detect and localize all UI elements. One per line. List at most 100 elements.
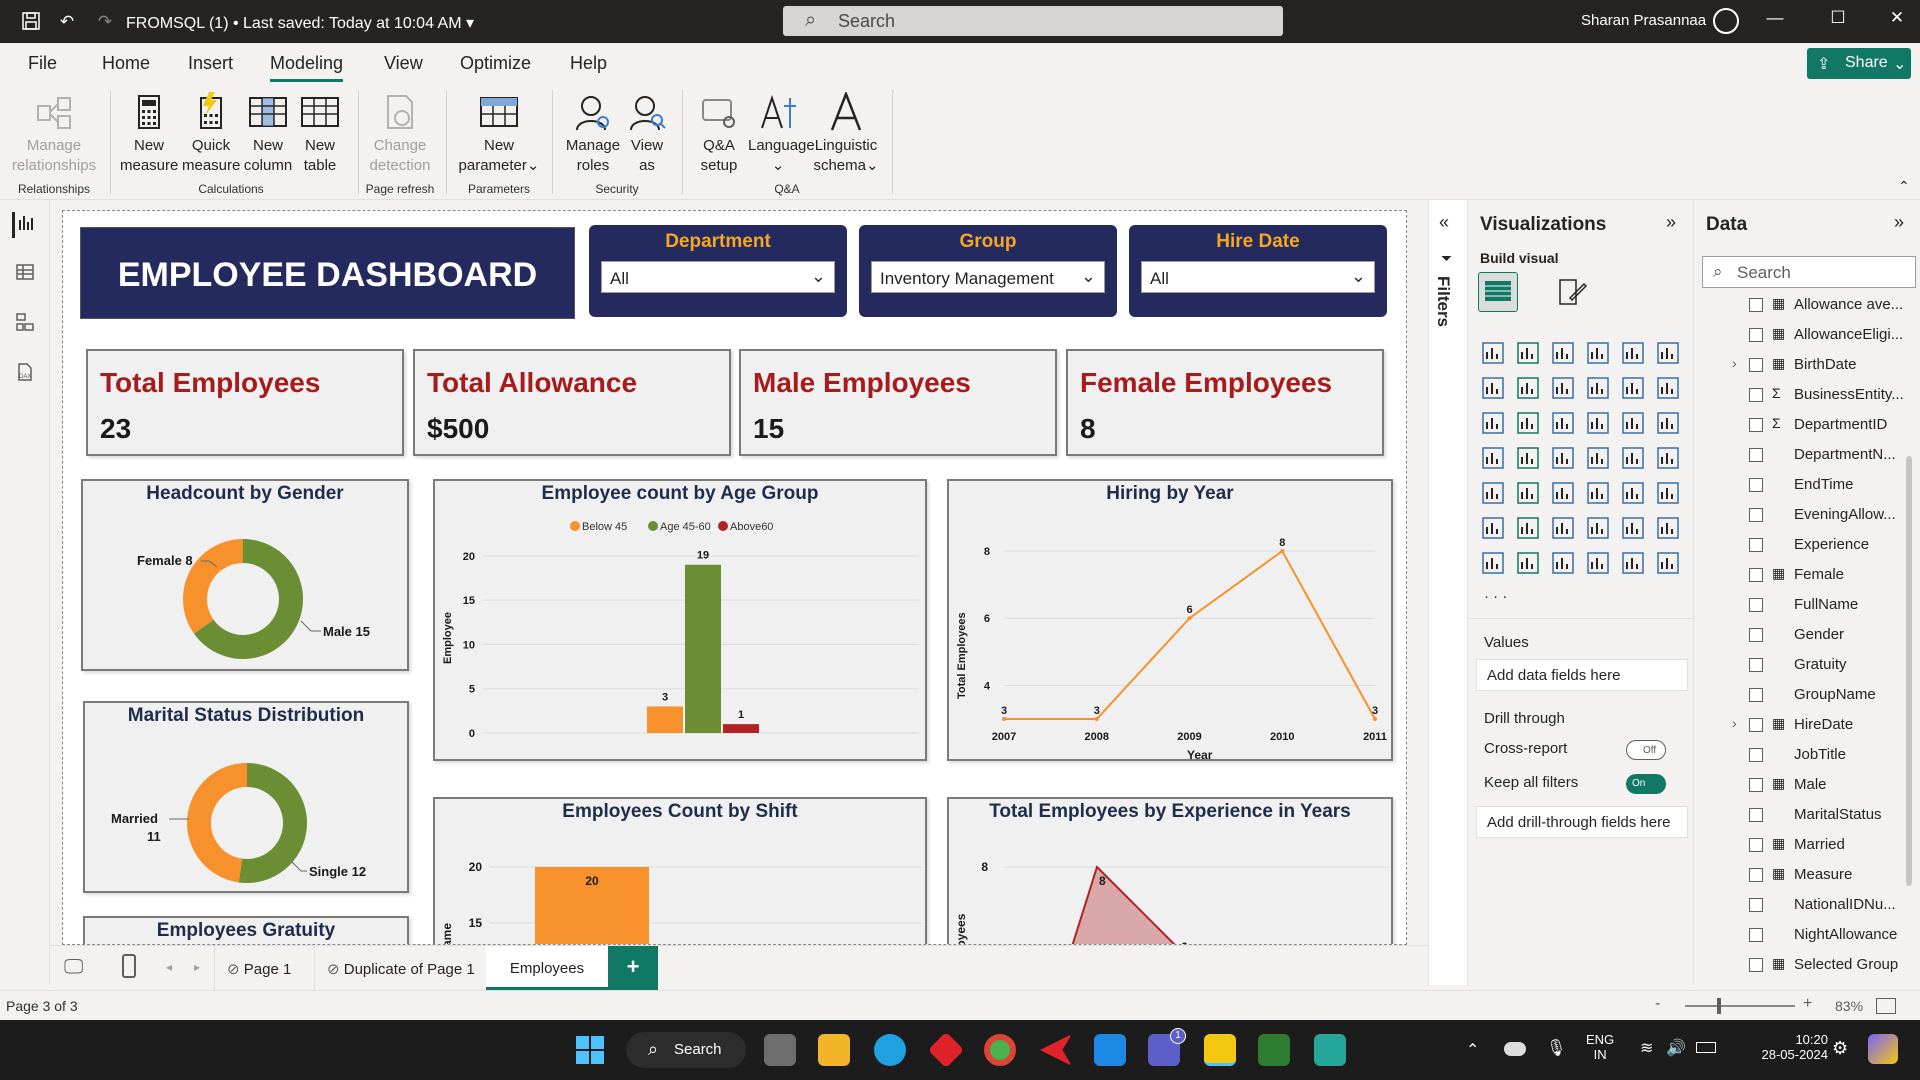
cross-report-toggle[interactable]: Off: [1626, 740, 1666, 760]
zoom-out-button[interactable]: -: [1655, 995, 1660, 1013]
field-checkbox[interactable]: [1749, 388, 1763, 402]
donut-slice-single[interactable]: [238, 763, 307, 883]
mail-icon[interactable]: [1094, 1034, 1126, 1066]
menu-insert[interactable]: Insert: [188, 53, 233, 74]
taskbar-search[interactable]: ⌕ Search: [626, 1032, 746, 1068]
marital-donut-chart[interactable]: Marital Status Distribution Married 11 S…: [83, 701, 409, 893]
menu-optimize[interactable]: Optimize: [460, 53, 531, 74]
clustered-bar-visual-icon[interactable]: [1550, 340, 1576, 366]
line-column-visual-icon[interactable]: [1655, 375, 1681, 401]
gratuity-chart[interactable]: Employees Gratuity: [83, 916, 409, 944]
field-married[interactable]: ▦ Married: [1694, 833, 1920, 861]
quick-measure-button[interactable]: Quick measure: [182, 92, 240, 176]
undo-icon[interactable]: ↶: [56, 11, 78, 33]
ribbon-visual-icon[interactable]: [1585, 375, 1611, 401]
kpi-total-allowance[interactable]: Total Allowance $500: [413, 349, 731, 456]
map-visual-icon[interactable]: [1515, 445, 1541, 471]
microphone-icon[interactable]: 🎙: [1546, 1038, 1566, 1058]
minimize-icon[interactable]: —: [1760, 8, 1790, 28]
windows-start-icon[interactable]: [574, 1034, 606, 1066]
kpi-total-employees[interactable]: Total Employees 23: [86, 349, 404, 456]
line-point[interactable]: [1373, 717, 1377, 721]
matrix-visual-icon[interactable]: [1620, 480, 1646, 506]
scroll-right-icon[interactable]: ▸: [194, 960, 200, 974]
volume-icon[interactable]: 🔊: [1666, 1038, 1686, 1058]
format-visual-tab[interactable]: [1556, 276, 1588, 308]
column-line-visual-icon[interactable]: [1515, 410, 1541, 436]
field-checkbox[interactable]: [1749, 358, 1763, 372]
slicer-visual-icon[interactable]: [1550, 480, 1576, 506]
zoom-in-button[interactable]: +: [1803, 995, 1812, 1013]
notepad-icon[interactable]: [1314, 1034, 1346, 1066]
card-visual-icon[interactable]: [1655, 445, 1681, 471]
field-allowance-ave-[interactable]: ▦ Allowance ave...: [1694, 293, 1920, 321]
tab-page-1[interactable]: ⊘ Page 1: [214, 946, 314, 990]
excel-icon[interactable]: [1258, 1034, 1290, 1066]
stacked-area-visual-icon[interactable]: [1550, 375, 1576, 401]
mobile-layout-icon[interactable]: [122, 954, 136, 978]
field-gender[interactable]: Gender: [1694, 623, 1920, 651]
field-jobtitle[interactable]: JobTitle: [1694, 743, 1920, 771]
chevron-down-icon[interactable]: ▾: [466, 15, 474, 32]
qa-setup-button[interactable]: Q&A setup: [692, 92, 746, 176]
donut-slice-married[interactable]: [186, 763, 247, 883]
field-checkbox[interactable]: [1749, 898, 1763, 912]
report-view-icon[interactable]: [12, 212, 38, 238]
line-point[interactable]: [1094, 717, 1099, 721]
add-page-button[interactable]: +: [608, 946, 658, 990]
diamond-visual-icon[interactable]: [1620, 550, 1646, 576]
wifi-icon[interactable]: ≋: [1640, 1038, 1653, 1058]
filled-map-visual-icon[interactable]: [1550, 445, 1576, 471]
group-dropdown[interactable]: Inventory Management ⌄: [871, 261, 1105, 293]
expand-chevron-icon[interactable]: ›: [1732, 715, 1737, 731]
field-measure[interactable]: ▦ Measure: [1694, 863, 1920, 891]
scatter-visual-icon[interactable]: [1585, 410, 1611, 436]
menu-help[interactable]: Help: [570, 53, 607, 74]
field-birthdate[interactable]: › ▦ BirthDate: [1694, 353, 1920, 381]
field-checkbox[interactable]: [1749, 748, 1763, 762]
cloud-icon[interactable]: [1504, 1042, 1526, 1056]
experience-area-chart[interactable]: Total Employees by Experience in Years E…: [947, 797, 1393, 944]
treemap-visual-icon[interactable]: [1480, 445, 1506, 471]
more-visuals-icon[interactable]: · · ·: [1484, 588, 1507, 605]
menu-home[interactable]: Home: [102, 53, 150, 74]
collapse-visualizations-icon[interactable]: »: [1666, 212, 1676, 233]
table-view-icon[interactable]: [12, 262, 38, 288]
field-checkbox[interactable]: [1749, 508, 1763, 522]
field-fullname[interactable]: FullName: [1694, 593, 1920, 621]
field-checkbox[interactable]: [1749, 598, 1763, 612]
desktop-layout-icon[interactable]: 🖵: [64, 956, 83, 979]
keep-all-filters-toggle[interactable]: On: [1626, 774, 1666, 794]
fit-to-page-icon[interactable]: [1876, 998, 1896, 1014]
bar-below-45[interactable]: [647, 706, 683, 733]
field-checkbox[interactable]: [1749, 658, 1763, 672]
field-checkbox[interactable]: [1749, 418, 1763, 432]
department-dropdown[interactable]: All ⌄: [601, 261, 835, 293]
chevron-visual-icon[interactable]: [1655, 550, 1681, 576]
language-indicator[interactable]: ENG IN: [1586, 1032, 1614, 1062]
search-box[interactable]: ⌕ Search: [783, 6, 1283, 36]
line-point[interactable]: [1002, 717, 1006, 721]
field-experience[interactable]: Experience: [1694, 533, 1920, 561]
change-detection-button[interactable]: Change detection: [366, 92, 434, 176]
field-departmentid[interactable]: Σ DepartmentID: [1694, 413, 1920, 441]
copilot-icon[interactable]: [1868, 1034, 1898, 1064]
kpi-male-employees[interactable]: Male Employees 15: [739, 349, 1057, 456]
values-well[interactable]: Add data fields here: [1476, 659, 1688, 691]
stacked-column-visual-icon[interactable]: [1515, 340, 1541, 366]
field-checkbox[interactable]: [1749, 328, 1763, 342]
azure-map-visual-icon[interactable]: [1585, 445, 1611, 471]
field-checkbox[interactable]: [1749, 778, 1763, 792]
field-groupname[interactable]: GroupName: [1694, 683, 1920, 711]
clustered-column-visual-icon[interactable]: [1585, 340, 1611, 366]
100-bar-visual-icon[interactable]: [1620, 340, 1646, 366]
maximize-icon[interactable]: ☐: [1823, 8, 1853, 28]
user-name[interactable]: Sharan Prasannaa: [1581, 12, 1706, 29]
hiring-line-chart[interactable]: Hiring by Year Total Employees Year 4 6 8 3…: [947, 479, 1393, 761]
expand-chevron-icon[interactable]: ›: [1732, 355, 1737, 371]
decomposition-tree-visual-icon[interactable]: [1550, 515, 1576, 541]
field-checkbox[interactable]: [1749, 868, 1763, 882]
line-point[interactable]: [1187, 616, 1192, 621]
menu-file[interactable]: File: [28, 53, 57, 74]
qa-visual-icon[interactable]: [1585, 515, 1611, 541]
